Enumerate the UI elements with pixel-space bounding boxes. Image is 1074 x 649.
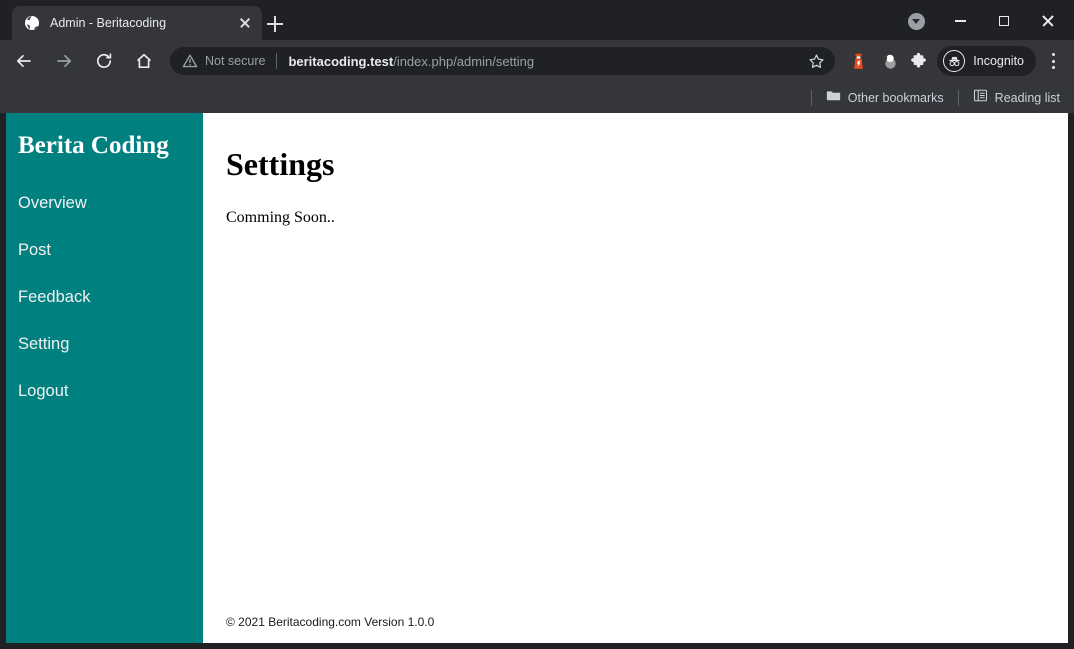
other-bookmarks-label: Other bookmarks: [848, 91, 944, 105]
sidebar-item-setting[interactable]: Setting: [6, 332, 203, 379]
star-icon[interactable]: [803, 48, 829, 74]
warning-triangle-icon: [182, 53, 198, 69]
browser-tab[interactable]: Admin - Beritacoding: [12, 6, 262, 40]
page-footer: © 2021 Beritacoding.com Version 1.0.0: [226, 615, 434, 629]
minimize-icon[interactable]: [938, 6, 982, 36]
incognito-icon: [943, 50, 965, 72]
sidebar-item-overview[interactable]: Overview: [6, 191, 203, 238]
page-viewport: Berita Coding Overview Post Feedback Set…: [6, 113, 1068, 643]
forward-arrow-icon[interactable]: [48, 45, 80, 77]
reload-icon[interactable]: [88, 45, 120, 77]
security-status-label: Not secure: [205, 54, 265, 68]
tab-title: Admin - Beritacoding: [50, 16, 230, 30]
profile-label: Incognito: [973, 54, 1024, 68]
browser-window: Admin - Beritacoding: [0, 0, 1074, 649]
back-arrow-icon[interactable]: [8, 45, 40, 77]
globe-icon: [24, 15, 40, 31]
brand-title: Berita Coding: [18, 132, 169, 160]
browser-toolbar: Not secure beritacoding.test/index.php/a…: [0, 40, 1074, 82]
other-bookmarks-button[interactable]: Other bookmarks: [820, 85, 950, 111]
sidebar-item-feedback[interactable]: Feedback: [6, 285, 203, 332]
omnibox-divider: [276, 53, 277, 69]
lighthouse-extension-icon[interactable]: [843, 46, 873, 76]
sidebar-item-logout[interactable]: Logout: [6, 379, 203, 426]
close-icon[interactable]: [1026, 6, 1070, 36]
reading-list-icon: [973, 88, 988, 108]
page-title: Settings: [226, 148, 334, 180]
bookmarks-bar: Other bookmarks Reading list: [0, 82, 1074, 113]
molecule-extension-icon[interactable]: [873, 46, 903, 76]
plus-icon[interactable]: [262, 11, 288, 37]
url-path: /index.php/admin/setting: [393, 54, 534, 69]
puzzle-piece-icon[interactable]: [903, 46, 933, 76]
sidebar-item-post[interactable]: Post: [6, 238, 203, 285]
folder-icon: [826, 88, 841, 108]
tab-strip: Admin - Beritacoding: [0, 0, 1074, 40]
incognito-profile-button[interactable]: Incognito: [937, 46, 1036, 76]
main-content: Settings Comming Soon.. © 2021 Beritacod…: [203, 113, 1068, 643]
three-dot-menu-icon[interactable]: [1038, 45, 1068, 77]
close-icon[interactable]: [236, 14, 254, 32]
sidebar-nav: Overview Post Feedback Setting Logout: [6, 191, 203, 426]
url-host: beritacoding.test: [288, 54, 393, 69]
reading-list-label: Reading list: [995, 91, 1060, 105]
url-text: beritacoding.test/index.php/admin/settin…: [288, 54, 803, 69]
window-controls: [894, 6, 1070, 36]
sidebar: Berita Coding Overview Post Feedback Set…: [6, 113, 203, 643]
page-body-text: Comming Soon..: [226, 209, 335, 227]
bookmarks-divider: [811, 90, 812, 106]
home-icon[interactable]: [128, 45, 160, 77]
download-badge-icon[interactable]: [894, 6, 938, 36]
bookmarks-divider-2: [958, 90, 959, 106]
maximize-icon[interactable]: [982, 6, 1026, 36]
address-bar[interactable]: Not secure beritacoding.test/index.php/a…: [170, 47, 835, 75]
reading-list-button[interactable]: Reading list: [967, 85, 1066, 111]
